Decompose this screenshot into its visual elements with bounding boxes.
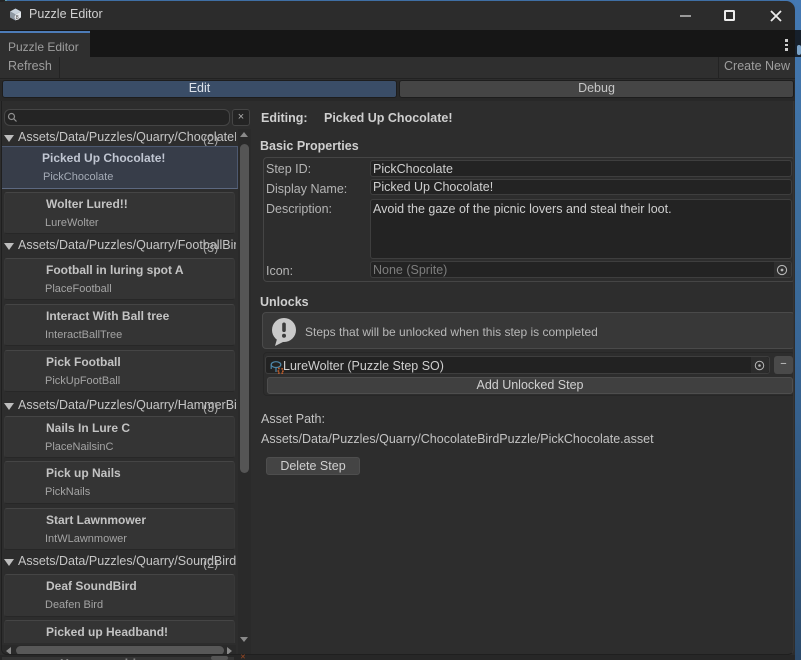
svg-text:8: 8 bbox=[16, 15, 19, 21]
